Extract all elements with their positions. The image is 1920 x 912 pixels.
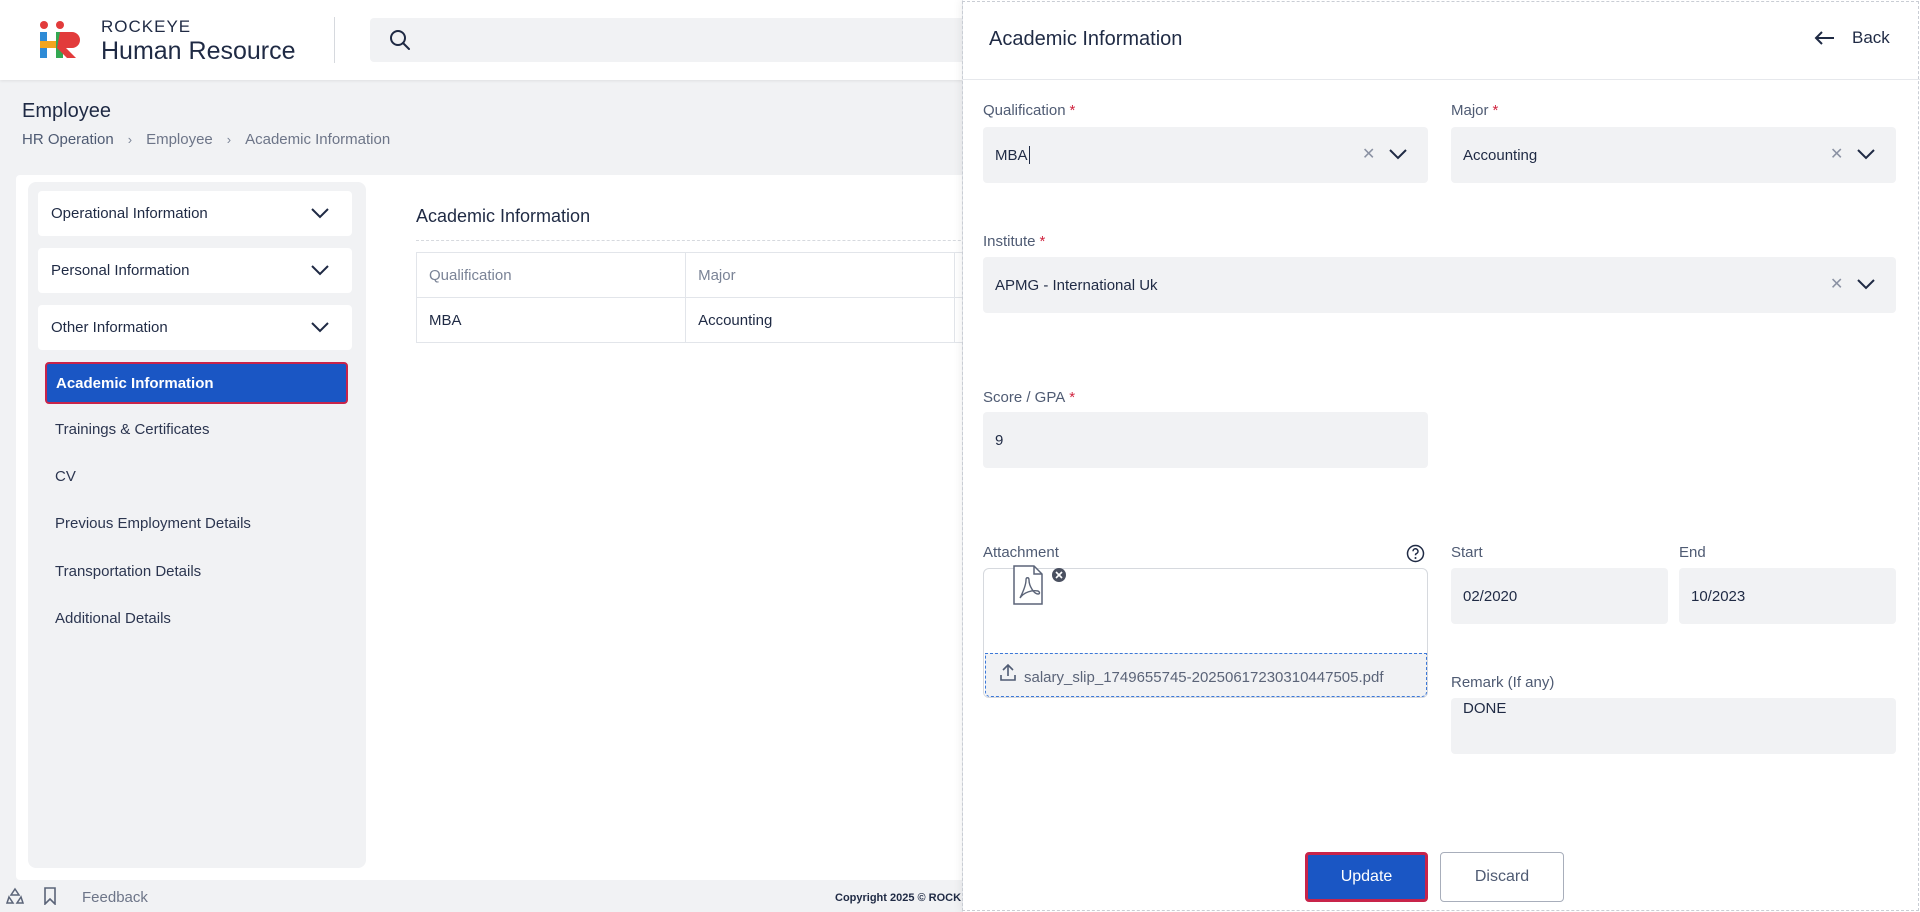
end-label: End <box>1679 544 1706 561</box>
score-label-text: Score / GPA <box>983 389 1066 406</box>
discard-button[interactable]: Discard <box>1440 852 1564 902</box>
sidebar-item-transportation-details[interactable]: Transportation Details <box>55 563 201 580</box>
major-select[interactable]: Accounting ✕ <box>1451 127 1896 183</box>
sidebar-item-trainings-certificates[interactable]: Trainings & Certificates <box>55 421 210 438</box>
major-label: Major * <box>1451 102 1498 119</box>
sidebar-item-academic-information[interactable]: Academic Information <box>45 362 348 404</box>
help-icon[interactable] <box>1406 544 1425 568</box>
column-header-qualification: Qualification <box>417 253 687 297</box>
cell-qualification: MBA <box>417 298 687 342</box>
clear-icon[interactable]: ✕ <box>1830 274 1843 294</box>
score-input[interactable]: 9 <box>983 412 1428 468</box>
chevron-down-icon[interactable] <box>310 320 330 338</box>
remark-textarea[interactable]: DONE <box>1451 698 1896 754</box>
chevron-down-icon[interactable] <box>1388 147 1408 165</box>
start-date-input[interactable]: 02/2020 <box>1451 568 1668 624</box>
recycle-icon[interactable] <box>5 887 25 910</box>
search-icon[interactable] <box>388 28 412 57</box>
chevron-down-icon[interactable] <box>310 206 330 224</box>
qualification-label-text: Qualification <box>983 102 1066 119</box>
back-label: Back <box>1852 28 1890 47</box>
cell-major: Accounting <box>686 298 956 342</box>
major-value: Accounting <box>1463 146 1538 164</box>
clear-icon[interactable]: ✕ <box>1362 144 1375 164</box>
chevron-down-icon[interactable] <box>1856 147 1876 165</box>
sidebar-section-other-information[interactable]: Other Information <box>38 305 352 350</box>
pdf-file-icon <box>1010 564 1046 611</box>
brand-main: Human Resource <box>101 37 296 65</box>
attachment-label: Attachment <box>983 544 1059 561</box>
sidebar-section-label: Personal Information <box>51 262 190 279</box>
text-caret <box>1028 146 1030 164</box>
remark-label: Remark (If any) <box>1451 674 1555 691</box>
sidebar-section-operational-information[interactable]: Operational Information <box>38 191 352 236</box>
search-input[interactable] <box>370 18 970 62</box>
remove-file-icon[interactable] <box>1051 567 1067 588</box>
page-title: Employee <box>22 100 111 122</box>
required-marker: * <box>1492 102 1499 119</box>
chevron-down-icon[interactable] <box>310 263 330 281</box>
arrow-left-icon <box>1814 31 1834 45</box>
institute-label: Institute * <box>983 233 1045 250</box>
institute-value: APMG - International Uk <box>995 276 1158 294</box>
attachment-filename: salary_slip_1749655745-20250617230310447… <box>1024 669 1384 686</box>
table-row[interactable]: MBA Accounting <box>417 298 1015 343</box>
sidebar-section-personal-information[interactable]: Personal Information <box>38 248 352 293</box>
required-marker: * <box>1069 389 1076 406</box>
hr-logo-icon <box>36 20 82 60</box>
qualification-select[interactable]: MBA ✕ <box>983 127 1428 183</box>
major-label-text: Major <box>1451 102 1489 119</box>
drawer-divider <box>962 79 1920 80</box>
upload-icon[interactable] <box>999 663 1017 688</box>
brand-top: ROCKEYE <box>101 17 192 36</box>
sidebar-item-cv[interactable]: CV <box>55 468 76 485</box>
table-header-row: Qualification Major <box>417 253 1015 298</box>
sidebar-section-label: Other Information <box>51 319 168 336</box>
qualification-label: Qualification * <box>983 102 1075 119</box>
end-date-input[interactable]: 10/2023 <box>1679 568 1896 624</box>
back-button[interactable]: Back <box>1814 28 1890 48</box>
copyright-text: Copyright 2025 © ROCKEYE <box>835 892 961 904</box>
content-title: Academic Information <box>416 206 591 226</box>
institute-label-text: Institute <box>983 233 1036 250</box>
required-marker: * <box>1069 102 1076 119</box>
breadcrumb-academic-information: Academic Information <box>245 131 391 148</box>
breadcrumb-hr-operation[interactable]: HR Operation <box>22 131 114 148</box>
clear-icon[interactable]: ✕ <box>1830 144 1843 164</box>
score-label: Score / GPA * <box>983 389 1075 406</box>
sidebar-section-label: Operational Information <box>51 205 208 222</box>
qualification-value: MBA <box>995 146 1028 164</box>
content-divider <box>416 240 1016 241</box>
column-header-major: Major <box>686 253 956 297</box>
bookmark-icon[interactable] <box>42 887 58 910</box>
sidebar-item-previous-employment-details[interactable]: Previous Employment Details <box>55 515 251 532</box>
brand: ROCKEYE Human Resource <box>101 18 296 64</box>
chevron-down-icon[interactable] <box>1856 277 1876 295</box>
academic-table: Qualification Major MBA Accounting <box>416 252 1016 343</box>
chevron-right-icon: › <box>127 132 133 147</box>
required-marker: * <box>1039 233 1046 250</box>
feedback-link[interactable]: Feedback <box>82 889 148 906</box>
breadcrumb-employee[interactable]: Employee <box>146 131 213 148</box>
update-button[interactable]: Update <box>1305 852 1428 902</box>
header-divider <box>334 17 335 63</box>
institute-select[interactable]: APMG - International Uk ✕ <box>983 257 1896 313</box>
drawer-title: Academic Information <box>989 28 1183 50</box>
sidebar-item-additional-details[interactable]: Additional Details <box>55 610 171 627</box>
breadcrumb: HR Operation › Employee › Academic Infor… <box>22 131 390 148</box>
chevron-right-icon: › <box>226 132 232 147</box>
start-label: Start <box>1451 544 1483 561</box>
